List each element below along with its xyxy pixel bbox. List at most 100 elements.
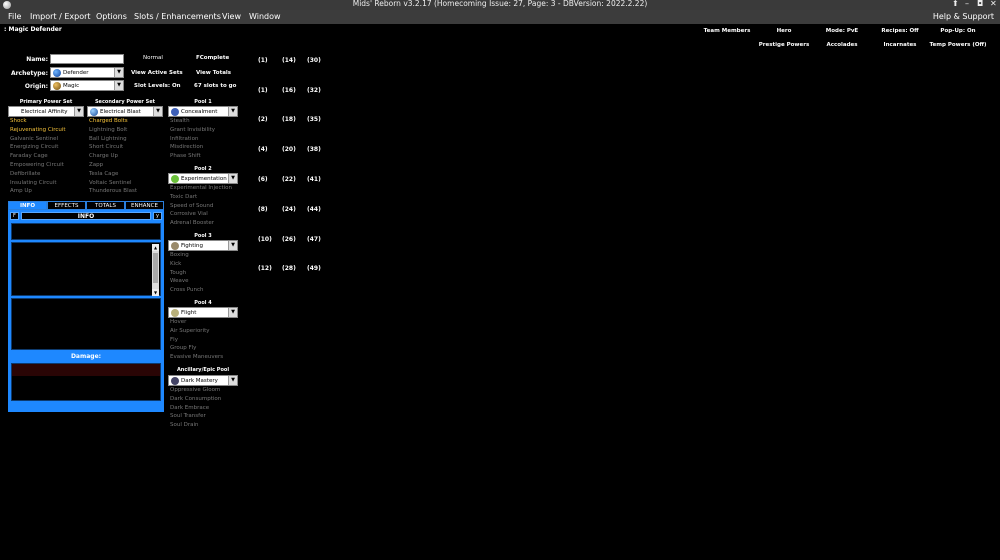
pool-2-dropdown[interactable]: Experimentation ▼ [168, 173, 238, 184]
menu-options[interactable]: Options [96, 12, 127, 21]
power-item[interactable]: Infiltration [170, 135, 215, 144]
power-item[interactable]: Kick [170, 260, 204, 269]
scroll-down-icon[interactable]: ▼ [152, 289, 159, 296]
name-field[interactable] [50, 54, 124, 64]
power-item[interactable]: Adrenal Booster [170, 219, 232, 228]
mode-button[interactable]: Mode: PvE [818, 28, 866, 34]
accolades-button[interactable]: Accolades [818, 42, 866, 48]
level-slot[interactable]: (1) [258, 87, 268, 94]
power-item[interactable]: Empowering Circuit [10, 161, 66, 170]
power-item[interactable]: Speed of Sound [170, 202, 232, 211]
info-right-button[interactable]: y [153, 212, 162, 220]
power-item[interactable]: Faraday Cage [10, 152, 66, 161]
pool-4-dropdown[interactable]: Flight ▼ [168, 307, 238, 318]
view-totals-button[interactable]: View Totals [196, 70, 231, 76]
power-item[interactable]: Dark Embrace [170, 404, 221, 413]
popup-button[interactable]: Pop-Up: On [932, 28, 984, 34]
level-slot[interactable]: (16) [282, 87, 296, 94]
info-left-button[interactable]: F [10, 212, 19, 220]
power-item[interactable]: Lightning Bolt [89, 126, 137, 135]
level-slot[interactable]: (28) [282, 265, 296, 272]
archetype-dropdown[interactable]: Defender ▼ [50, 67, 124, 78]
level-slot[interactable]: (10) [258, 236, 272, 243]
tab-totals[interactable]: TOTALS [86, 201, 125, 210]
power-item[interactable]: Tesla Cage [89, 170, 137, 179]
level-slot[interactable]: (30) [307, 57, 321, 64]
power-item[interactable]: Hover [170, 318, 223, 327]
pool-1-dropdown[interactable]: Concealment ▼ [168, 106, 238, 117]
level-slot[interactable]: (41) [307, 176, 321, 183]
maximize-icon[interactable]: ◘ [977, 0, 983, 8]
close-icon[interactable]: ✕ [990, 0, 997, 8]
level-slot[interactable]: (49) [307, 265, 321, 272]
menu-window[interactable]: Window [249, 12, 281, 21]
power-item[interactable]: Defibrillate [10, 170, 66, 179]
power-item[interactable]: Air Superiority [170, 327, 223, 336]
power-item[interactable]: Galvanic Sentinel [10, 135, 66, 144]
menu-file[interactable]: File [8, 12, 21, 21]
power-item[interactable]: Soul Drain [170, 421, 221, 430]
menu-view[interactable]: View [222, 12, 241, 21]
power-item[interactable]: Group Fly [170, 344, 223, 353]
power-item[interactable]: Cross Punch [170, 286, 204, 295]
level-slot[interactable]: (47) [307, 236, 321, 243]
secondary-set-dropdown[interactable]: Electrical Blast ▼ [87, 106, 163, 117]
power-item[interactable]: Dark Consumption [170, 395, 221, 404]
temp-powers-button[interactable]: Temp Powers (Off) [928, 42, 988, 48]
recipes-button[interactable]: Recipes: Off [874, 28, 926, 34]
power-item[interactable]: Stealth [170, 117, 215, 126]
power-item[interactable]: Tough [170, 269, 204, 278]
level-slot[interactable]: (18) [282, 116, 296, 123]
power-item[interactable]: Thunderous Blast [89, 187, 137, 196]
level-slot[interactable]: (20) [282, 146, 296, 153]
scroll-up-icon[interactable]: ▲ [152, 244, 159, 251]
power-item[interactable]: Energizing Circuit [10, 143, 66, 152]
level-slot[interactable]: (44) [307, 206, 321, 213]
level-slot[interactable]: (8) [258, 206, 268, 213]
level-slot[interactable]: (4) [258, 146, 268, 153]
power-item[interactable]: Insulating Circuit [10, 179, 66, 188]
menu-import-export[interactable]: Import / Export [30, 12, 91, 21]
power-item[interactable]: Experimental Injection [170, 184, 232, 193]
power-item[interactable]: Rejuvenating Circuit [10, 126, 66, 135]
level-slot[interactable]: (22) [282, 176, 296, 183]
origin-dropdown[interactable]: Magic ▼ [50, 80, 124, 91]
epic-pool-dropdown[interactable]: Dark Mastery ▼ [168, 375, 238, 386]
power-item[interactable]: Misdirection [170, 143, 215, 152]
power-item[interactable]: Amp Up [10, 187, 66, 196]
power-item[interactable]: Ball Lightning [89, 135, 137, 144]
description-scrollbar[interactable]: ▲ ▼ [152, 244, 159, 296]
power-item[interactable]: Boxing [170, 251, 204, 260]
level-slot[interactable]: (14) [282, 57, 296, 64]
level-slot[interactable]: (1) [258, 57, 268, 64]
power-item[interactable]: Weave [170, 277, 204, 286]
power-item[interactable]: Soul Transfer [170, 412, 221, 421]
level-slot[interactable]: (12) [258, 265, 272, 272]
tab-enhance[interactable]: ENHANCE [125, 201, 164, 210]
minimize-icon[interactable]: – [965, 0, 969, 8]
power-item[interactable]: Corrosive Vial [170, 210, 232, 219]
tab-info[interactable]: INFO [8, 201, 47, 210]
power-item[interactable]: Fly [170, 336, 223, 345]
tab-effects[interactable]: EFFECTS [47, 201, 86, 210]
power-item[interactable]: Short Circuit [89, 143, 137, 152]
level-slot[interactable]: (38) [307, 146, 321, 153]
power-item[interactable]: Voltaic Sentinel [89, 179, 137, 188]
level-slot[interactable]: (35) [307, 116, 321, 123]
power-item[interactable]: Oppressive Gloom [170, 386, 221, 395]
scroll-thumb[interactable] [153, 253, 158, 283]
menu-help-support[interactable]: Help & Support [933, 12, 994, 21]
level-slot[interactable]: (24) [282, 206, 296, 213]
power-item[interactable]: Phase Shift [170, 152, 215, 161]
incarnates-button[interactable]: Incarnates [874, 42, 926, 48]
primary-set-dropdown[interactable]: Electrical Affinity ▼ [8, 106, 84, 117]
alignment-button[interactable]: Hero [766, 28, 802, 34]
power-item[interactable]: Grant Invisibility [170, 126, 215, 135]
always-on-top-icon[interactable]: ⬆ [952, 0, 959, 8]
team-members-button[interactable]: Team Members [698, 28, 756, 34]
pool-3-dropdown[interactable]: Fighting ▼ [168, 240, 238, 251]
prestige-powers-button[interactable]: Prestige Powers [754, 42, 814, 48]
view-active-sets-button[interactable]: View Active Sets [131, 70, 183, 76]
power-item[interactable]: Charge Up [89, 152, 137, 161]
slot-levels-toggle[interactable]: Slot Levels: On [134, 83, 181, 89]
